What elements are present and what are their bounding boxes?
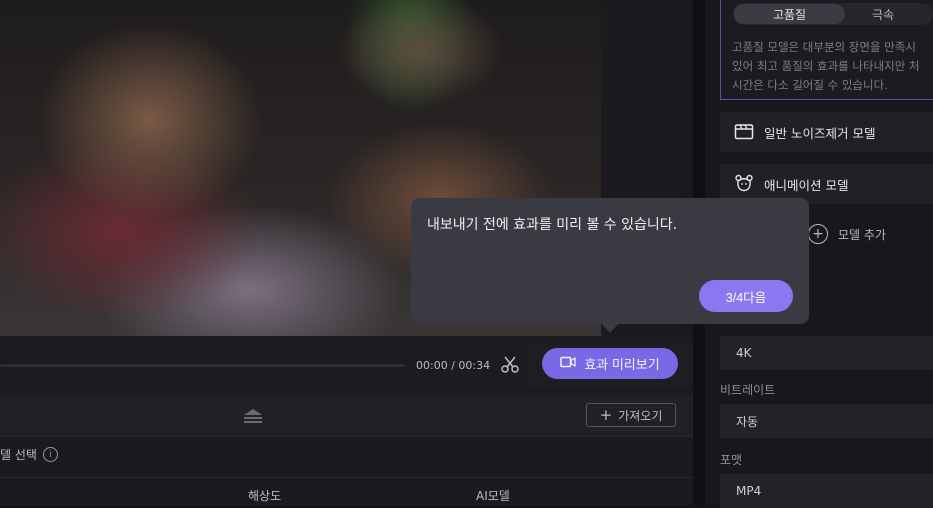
plus-icon: + xyxy=(599,405,613,424)
add-model-button[interactable]: + 모델 추가 xyxy=(808,224,886,244)
preview-effect-label: 효과 미리보기 xyxy=(584,357,660,372)
description-line: 시간은 다소 길어질 수 있습니다. xyxy=(732,78,888,92)
bear-icon xyxy=(734,173,754,196)
bitrate-label: 비트레이트 xyxy=(720,383,776,397)
description-line: 고품질 모델은 대부분의 장면을 만족시 xyxy=(732,40,916,54)
model-item-denoise[interactable]: 일반 노이즈제거 모델 xyxy=(720,112,933,152)
model-select-label: 델 선택 i xyxy=(0,446,58,463)
divider xyxy=(0,477,693,478)
model-select-text: 델 선택 xyxy=(0,448,37,462)
column-header-ai-model: AI모델 xyxy=(476,489,510,503)
format-value: MP4 xyxy=(736,484,762,498)
collapse-icon[interactable] xyxy=(242,407,264,425)
plus-circle-icon: + xyxy=(808,224,828,244)
format-label: 포맷 xyxy=(720,453,743,467)
bitrate-select[interactable]: 자동 xyxy=(720,404,933,438)
time-readout: 00:00 / 00:34 xyxy=(416,359,491,372)
video-camera-icon xyxy=(560,356,576,371)
tooltip-arrow xyxy=(601,323,619,333)
tab-fast[interactable]: 극속 xyxy=(872,4,932,24)
quality-description: 고품질 모델은 대부분의 장면을 만족시 있어 최고 품질의 효과를 나타내지만… xyxy=(732,38,933,95)
model-item-label: 일반 노이즈제거 모델 xyxy=(764,125,876,141)
column-header-resolution: 해상도 xyxy=(248,489,282,503)
tooltip-next-button[interactable]: 3/4다음 xyxy=(699,280,793,312)
bitrate-value: 자동 xyxy=(736,414,759,429)
add-model-label: 모델 추가 xyxy=(838,227,886,242)
clapperboard-icon xyxy=(734,122,754,143)
model-item-label: 애니메이션 모델 xyxy=(764,177,849,193)
preview-effect-button[interactable]: 효과 미리보기 xyxy=(542,348,678,379)
import-label: 가져오기 xyxy=(618,408,663,423)
tooltip-text: 내보내기 전에 효과를 미리 볼 수 있습니다. xyxy=(427,217,678,233)
import-button[interactable]: + 가져오기 xyxy=(586,403,676,427)
scissors-icon[interactable] xyxy=(500,355,520,375)
resolution-value: 4K xyxy=(736,346,752,360)
description-line: 있어 최고 품질의 효과를 나타내지만 처 xyxy=(732,59,920,73)
resolution-select[interactable]: 4K xyxy=(720,336,933,370)
info-icon[interactable]: i xyxy=(42,447,58,462)
format-select[interactable]: MP4 xyxy=(720,474,933,508)
timeline-slider[interactable] xyxy=(0,364,405,367)
tab-high-quality[interactable]: 고품질 xyxy=(734,4,845,24)
